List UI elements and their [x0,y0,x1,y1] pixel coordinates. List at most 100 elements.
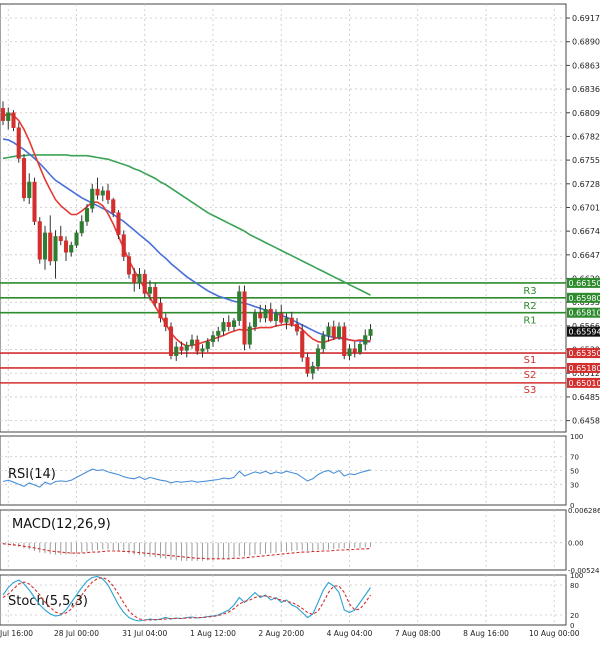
candle-body [326,326,331,336]
candle-body [368,329,373,336]
candle-body [6,112,11,121]
candle-body [27,181,32,199]
level-label-r2: R2 [523,301,536,312]
candle-body [132,273,137,284]
candle-body [331,326,336,338]
level-price-label: 0.65810 [569,309,600,318]
candle-body [116,212,121,235]
price-y-tick-label: 0.67010 [572,203,600,212]
candle-body [310,365,315,374]
candle-body [95,188,100,196]
candle-body [21,158,27,199]
level-price-label: 0.65350 [569,349,600,358]
candle-body [126,256,132,275]
candle-body [273,313,279,321]
level-label-s1: S1 [524,355,537,366]
level-price-label: 0.66150 [569,279,600,288]
candle-body [179,346,184,351]
x-tick-label: Jul 16:00 [0,629,33,638]
candle-body [284,317,289,323]
candle-body [163,317,168,328]
candle-body [205,341,210,349]
price-y-tick-label: 0.66740 [572,227,600,236]
stoch-y-tick-label: 100 [570,572,583,580]
candle-body [111,199,116,213]
rsi-y-tick-label: 70 [570,454,579,462]
candle-body [279,313,284,323]
candle-body [37,221,42,260]
candle-body [90,188,95,209]
candle-body [174,346,179,356]
x-tick-label: 7 Aug 08:00 [395,629,441,638]
level-label-s3: S3 [524,385,537,396]
candle-body [16,127,21,159]
candle-body [121,234,126,257]
candle-body [300,330,305,358]
candle-body [336,326,342,338]
candle-body [11,112,16,128]
candle-body [147,287,153,294]
price-y-tick-label: 0.68360 [572,85,600,94]
candle-body [268,308,273,321]
candle-body [105,190,111,200]
level-price-label: 0.65010 [569,379,600,388]
candle-body [184,344,189,351]
stoch-y-tick-label: 20 [570,612,579,620]
candle-body [321,335,326,349]
candle-body [63,240,69,253]
candle-body [79,221,84,234]
x-axis: Jul 16:00 28 Jul 00:00 31 Jul 04:00 1 Aug 1… [0,629,580,638]
macd-title: MACD(12,26,9) [12,517,111,532]
candle-body [216,330,221,336]
candle-body [100,190,105,196]
rsi-title: RSI(14) [8,467,56,482]
candle-body [242,291,247,345]
level-label-r3: R3 [523,286,536,297]
candle-body [74,232,79,246]
candle-body [84,208,90,222]
rsi-y-tick-label: 30 [570,481,579,489]
price-y-tick-label: 0.66470 [572,251,600,260]
candle-body [347,348,352,356]
x-tick-label: 2 Aug 20:00 [258,629,304,638]
candle-body [231,320,237,328]
candle-body [137,273,142,284]
x-tick-label: 1 Aug 12:00 [190,629,236,638]
candle-body [221,322,226,332]
level-price-label: 0.65980 [569,294,600,303]
candle-body [289,317,294,325]
candle-body [258,313,263,319]
candle-body [210,335,216,342]
candle-body [315,348,321,367]
rsi-y-tick-label: 100 [570,433,583,441]
candle-body [32,181,37,222]
price-y-tick-label: 0.64580 [572,417,600,426]
candle-body [263,308,268,319]
price-y-tick-label: 0.69170 [572,14,600,23]
candle-body [363,335,368,345]
candle-body [189,339,195,346]
candle-body [342,326,347,356]
candle-body [158,302,163,319]
price-y-tick-label: 0.64850 [572,393,600,402]
candle-body [153,287,158,304]
candle-body [200,348,205,352]
candle-body [252,313,258,328]
x-tick-label: 4 Aug 04:00 [327,629,373,638]
candle-body [142,273,147,294]
macd-y-tick-label: 0.006286 [568,507,600,515]
current-price-label: 0.65594 [569,328,600,337]
candle-body [42,232,48,260]
candle-body [168,326,174,356]
macd-y-tick-label: 0.00 [568,540,584,548]
price-y-tick-label: 0.67550 [572,156,600,165]
level-label-r1: R1 [523,316,536,327]
candle-body [48,232,53,262]
level-price-label: 0.65180 [569,364,600,373]
candle-body [352,348,357,353]
price-y-tick-label: 0.67820 [572,132,600,141]
candle-body [0,108,6,121]
price-y-tick-label: 0.68900 [572,38,600,47]
rsi-y-tick-label: 50 [570,468,579,476]
candle-body [237,291,242,321]
